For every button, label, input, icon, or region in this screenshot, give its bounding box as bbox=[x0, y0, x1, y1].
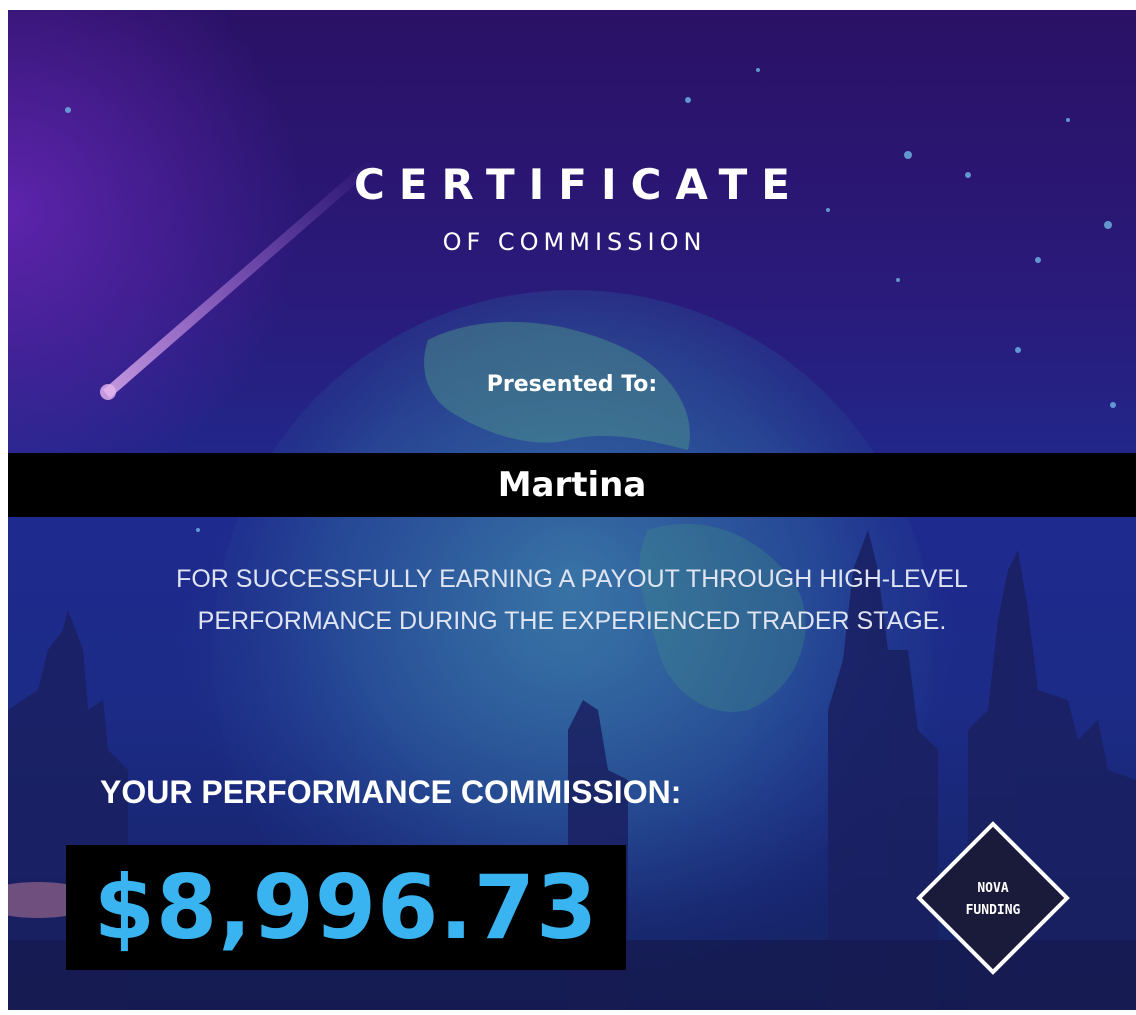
logo-line1: NOVA bbox=[977, 881, 1008, 896]
commission-amount: $8,996.73 bbox=[93, 856, 599, 959]
nova-funding-logo: NOVA FUNDING bbox=[916, 821, 1070, 975]
commission-label: YOUR PERFORMANCE COMMISSION: bbox=[100, 774, 682, 810]
recipient-name-bar: Martina bbox=[8, 453, 1136, 517]
recipient-name: Martina bbox=[497, 465, 647, 505]
logo-diamond bbox=[916, 821, 1070, 975]
certificate-description: FOR SUCCESSFULLY EARNING A PAYOUT THROUG… bbox=[8, 558, 1136, 642]
description-line: FOR SUCCESSFULLY EARNING A PAYOUT THROUG… bbox=[176, 565, 968, 593]
logo-line2: FUNDING bbox=[966, 903, 1021, 918]
description-line: PERFORMANCE DURING THE EXPERIENCED TRADE… bbox=[197, 607, 947, 635]
presented-to-label: Presented To: bbox=[486, 372, 658, 397]
commission-amount-box: $8,996.73 bbox=[66, 845, 626, 970]
certificate-title: CERTIFICATE bbox=[354, 160, 804, 209]
certificate-subtitle: OF COMMISSION bbox=[442, 228, 707, 256]
certificate: CERTIFICATE OF COMMISSION Presented To: … bbox=[8, 10, 1136, 1010]
